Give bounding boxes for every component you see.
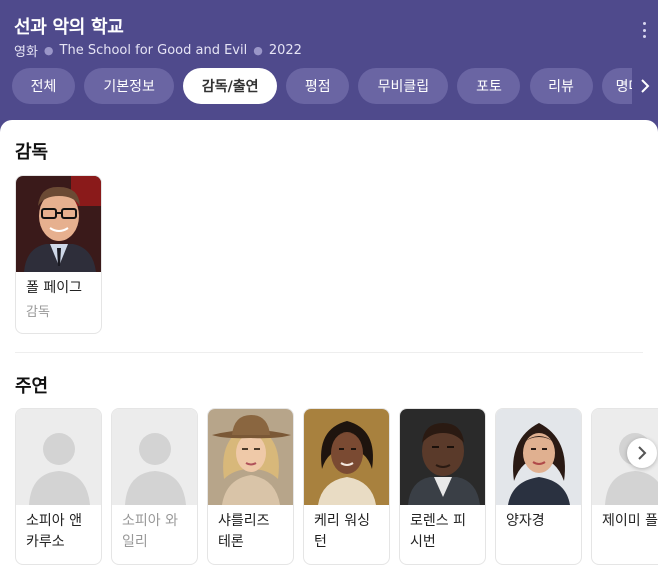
person-card[interactable]: 소피아 와 일리 (111, 408, 198, 565)
tab-bar: 전체 기본정보 감독/출연 평점 무비클립 포토 리뷰 명대사 (12, 68, 632, 104)
page-title: 선과 악의 학교 (14, 17, 124, 38)
meta-category: 영화 (14, 45, 38, 60)
chevron-right-icon[interactable] (627, 438, 657, 468)
person-photo-placeholder (112, 409, 197, 505)
person-card[interactable]: 케리 워싱 턴 (303, 408, 390, 565)
person-card[interactable]: 폴 페이그 감독 (15, 175, 102, 334)
person-name: 양자경 (506, 513, 545, 529)
person-photo-placeholder (16, 409, 101, 505)
tab-movie-clips[interactable]: 무비클립 (358, 68, 449, 104)
person-photo (304, 409, 389, 505)
section-title-director: 감독 (15, 142, 49, 163)
section-divider (15, 352, 643, 353)
person-card[interactable]: 제이미 플 랫터스 (591, 408, 658, 565)
person-name: 소피아 와 일리 (122, 513, 178, 550)
person-name: 케리 워싱 턴 (314, 513, 370, 550)
tab-quotes[interactable]: 명대사 (601, 68, 632, 104)
tab-all[interactable]: 전체 (12, 68, 75, 104)
person-card[interactable]: 샤를리즈 테론 (207, 408, 294, 565)
person-photo (16, 176, 101, 272)
person-role: 감독 (26, 305, 50, 320)
person-card[interactable]: 로렌스 피 시번 (399, 408, 486, 565)
tab-review[interactable]: 리뷰 (529, 68, 593, 104)
tab-photo[interactable]: 포토 (457, 68, 521, 104)
content-panel: 감독 폴 페이그 감독 주연 소피아 앤 카루소 소피아 와 일리 샤를리즈 테… (0, 120, 658, 586)
tab-cast[interactable]: 감독/출연 (183, 68, 278, 104)
person-photo (496, 409, 581, 505)
person-name: 샤를리즈 테론 (218, 513, 270, 550)
section-title-cast: 주연 (15, 376, 49, 397)
meta-year: 2022 (268, 43, 302, 58)
person-name: 제이미 플 랫터스 (602, 513, 658, 529)
person-name: 로렌스 피 시번 (410, 513, 466, 550)
person-name: 소피아 앤 카루소 (26, 513, 82, 550)
subtitle: 영화 ● The School for Good and Evil ● 2022 (14, 41, 302, 60)
separator-dot: ● (43, 44, 54, 57)
meta-original-title: The School for Good and Evil (59, 43, 248, 58)
more-vertical-icon[interactable] (638, 20, 650, 40)
person-photo (208, 409, 293, 505)
tab-basic-info[interactable]: 기본정보 (84, 68, 175, 104)
person-card[interactable]: 소피아 앤 카루소 (15, 408, 102, 565)
tab-rating[interactable]: 평점 (286, 68, 350, 104)
person-card[interactable]: 양자경 (495, 408, 582, 565)
chevron-right-icon[interactable] (632, 68, 658, 104)
header: 선과 악의 학교 영화 ● The School for Good and Ev… (0, 0, 658, 130)
person-photo (400, 409, 485, 505)
person-name: 폴 페이그 (26, 280, 82, 296)
separator-dot: ● (253, 44, 263, 57)
